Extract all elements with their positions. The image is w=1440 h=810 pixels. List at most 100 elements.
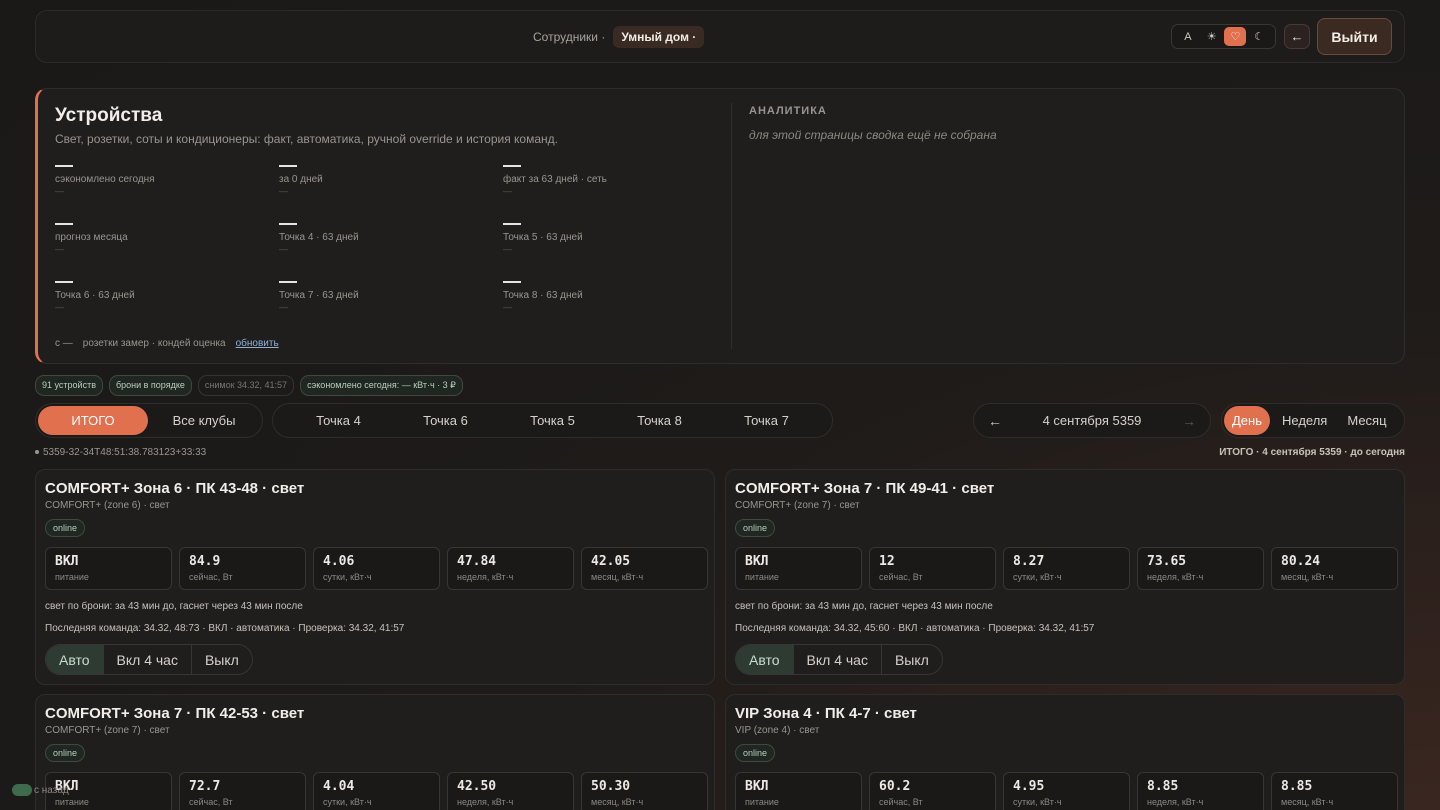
metric-value: 42.05 bbox=[591, 554, 631, 569]
crumb-smart-home[interactable]: Умный дом · bbox=[613, 26, 705, 48]
stat-value bbox=[503, 165, 521, 167]
card-title: VIP Зона 4 · ПК 4-7 · свет bbox=[735, 705, 917, 722]
metric-value: 80.24 bbox=[1281, 554, 1321, 569]
moon-icon[interactable]: ☾ bbox=[1248, 27, 1270, 46]
stat-label: Точка 4 · 63 дней bbox=[279, 232, 359, 243]
tab-point-4[interactable]: Точка 4 bbox=[316, 413, 361, 428]
card-title: COMFORT+ Зона 6 · ПК 43-48 · свет bbox=[45, 480, 305, 497]
tab-month[interactable]: Месяц bbox=[1339, 406, 1394, 435]
mode-off-button[interactable]: Выкл bbox=[880, 645, 942, 674]
metric-week: 73.65 неделя, кВт·ч bbox=[1137, 547, 1264, 590]
metric-label: неделя, кВт·ч bbox=[457, 572, 514, 582]
metric-label: сутки, кВт·ч bbox=[323, 797, 372, 807]
tab-point-8[interactable]: Точка 8 bbox=[637, 413, 682, 428]
metric-value: ВКЛ bbox=[745, 779, 769, 794]
metric-label: питание bbox=[745, 572, 779, 582]
metric-label: неделя, кВт·ч bbox=[457, 797, 514, 807]
device-card: VIP Зона 4 · ПК 4-7 · свет VIP (zone 4) … bbox=[725, 694, 1405, 810]
timestamp-right: ИТОГО · 4 сентября 5359 · до сегодня bbox=[1219, 447, 1405, 458]
stat-value bbox=[279, 281, 297, 283]
stat-label: Точка 5 · 63 дней bbox=[503, 232, 583, 243]
tab-total[interactable]: ИТОГО bbox=[38, 406, 148, 435]
metric-power: ВКЛ питание bbox=[45, 547, 172, 590]
mode-auto-button[interactable]: Авто bbox=[46, 645, 103, 674]
stat-item: Точка 7 · 63 дней — bbox=[279, 273, 503, 321]
mode-on-4h-button[interactable]: Вкл 4 час bbox=[792, 645, 881, 674]
metric-label: сейчас, Вт bbox=[189, 572, 233, 582]
period-tabs: День Неделя Месяц bbox=[1221, 403, 1405, 438]
status-badge: online bbox=[735, 744, 776, 762]
metric-value: 8.85 bbox=[1281, 779, 1313, 794]
device-card: COMFORT+ Зона 7 · ПК 42-53 · свет COMFOR… bbox=[35, 694, 715, 810]
crumb-employees[interactable]: Сотрудники · bbox=[533, 30, 605, 44]
metrics-row: ВКЛ питание 60.2 сейчас, Вт 4.95 сутки, кВт… bbox=[735, 772, 1398, 810]
heart-icon[interactable]: ♡ bbox=[1224, 27, 1247, 46]
chip-device-count: 91 устройств bbox=[35, 375, 103, 396]
tab-point-7[interactable]: Точка 7 bbox=[744, 413, 789, 428]
tab-day[interactable]: День bbox=[1224, 406, 1270, 435]
current-date[interactable]: 4 сентября 5359 bbox=[1043, 413, 1142, 428]
mode-off-button[interactable]: Выкл bbox=[190, 645, 252, 674]
metric-value: 12 bbox=[879, 554, 895, 569]
stat-value bbox=[279, 165, 297, 167]
metric-label: неделя, кВт·ч bbox=[1147, 797, 1204, 807]
card-subtitle: VIP (zone 4) · свет bbox=[735, 725, 820, 736]
breadcrumb: Сотрудники · Умный дом · bbox=[533, 26, 705, 48]
metric-value: 72.7 bbox=[189, 779, 221, 794]
card-note: свет по брони: за 43 мин до, гаснет чере… bbox=[735, 601, 993, 612]
analytics-title: АНАЛИТИКА bbox=[749, 105, 827, 117]
tab-point-6[interactable]: Точка 6 bbox=[423, 413, 468, 428]
mode-auto-button[interactable]: Авто bbox=[736, 645, 793, 674]
status-dot-icon bbox=[35, 450, 39, 455]
stat-value bbox=[55, 281, 73, 283]
tab-week[interactable]: Неделя bbox=[1274, 406, 1335, 435]
toast-text: с назад bbox=[34, 784, 69, 796]
metric-day: 4.04 сутки, кВт·ч bbox=[313, 772, 440, 810]
tab-all-clubs[interactable]: Все клубы bbox=[148, 406, 260, 435]
metric-label: месяц, кВт·ч bbox=[591, 572, 644, 582]
page-title: Устройства bbox=[55, 105, 163, 126]
arrow-left-icon: ← bbox=[1290, 29, 1304, 44]
group-tabs: ИТОГО Все клубы bbox=[35, 403, 263, 438]
last-command: Последняя команда: 34.32, 48:73 · ВКЛ · … bbox=[45, 623, 405, 634]
stat-label: за 0 дней bbox=[279, 174, 323, 185]
metric-label: питание bbox=[55, 572, 89, 582]
metrics-row: ВКЛ питание 84.9 сейчас, Вт 4.06 сутки, кВт… bbox=[45, 547, 708, 590]
summary-chips: 91 устройств брони в порядке снимок 34.3… bbox=[35, 375, 463, 396]
logout-button[interactable]: Выйти bbox=[1317, 18, 1392, 55]
crumb-smart-home-label: Умный дом bbox=[621, 30, 689, 44]
arrow-right-icon[interactable]: → bbox=[1182, 413, 1196, 429]
stat-label: прогноз месяца bbox=[55, 232, 128, 243]
metric-value: ВКЛ bbox=[745, 554, 769, 569]
stat-sub: — bbox=[279, 302, 288, 312]
theme-auto-button[interactable]: A bbox=[1177, 27, 1199, 46]
metric-value: 50.30 bbox=[591, 779, 631, 794]
metric-value: 84.9 bbox=[189, 554, 221, 569]
stat-value bbox=[55, 165, 73, 167]
timestamp-text: 5359-32-34T48:51:38.783123+33:33 bbox=[43, 447, 207, 458]
mode-switch: Авто Вкл 4 час Выкл bbox=[735, 644, 943, 675]
stat-label: сэкономлено сегодня bbox=[55, 174, 155, 185]
stat-sub: — bbox=[55, 244, 64, 254]
arrow-left-icon[interactable]: ← bbox=[988, 413, 1002, 429]
back-button[interactable]: ← bbox=[1284, 24, 1310, 49]
sun-icon[interactable]: ☀ bbox=[1201, 27, 1223, 46]
chip-snapshot: снимок 34.32, 41:57 bbox=[197, 375, 295, 396]
top-bar: Сотрудники · Умный дом · A ☀ ♡ ☾ ← Выйти bbox=[35, 10, 1405, 63]
mode-on-4h-button[interactable]: Вкл 4 час bbox=[102, 645, 191, 674]
stat-item: Точка 8 · 63 дней — bbox=[503, 273, 727, 321]
card-title: COMFORT+ Зона 7 · ПК 49-41 · свет bbox=[735, 480, 995, 497]
chip-bookings-status: брони в порядке bbox=[108, 375, 192, 396]
metric-day: 4.06 сутки, кВт·ч bbox=[313, 547, 440, 590]
metric-label: сейчас, Вт bbox=[189, 797, 233, 807]
metric-value: 4.04 bbox=[323, 779, 355, 794]
metric-value: ВКЛ bbox=[55, 779, 79, 794]
card-note: свет по брони: за 43 мин до, гаснет чере… bbox=[45, 601, 303, 612]
tab-point-5[interactable]: Точка 5 bbox=[530, 413, 575, 428]
stat-value bbox=[55, 223, 73, 225]
card-title: COMFORT+ Зона 7 · ПК 42-53 · свет bbox=[45, 705, 305, 722]
metric-value: ВКЛ bbox=[55, 554, 79, 569]
device-card: COMFORT+ Зона 7 · ПК 49-41 · свет COMFOR… bbox=[725, 469, 1405, 685]
status-badge: online bbox=[735, 519, 776, 537]
refresh-link[interactable]: обновить bbox=[236, 338, 279, 349]
